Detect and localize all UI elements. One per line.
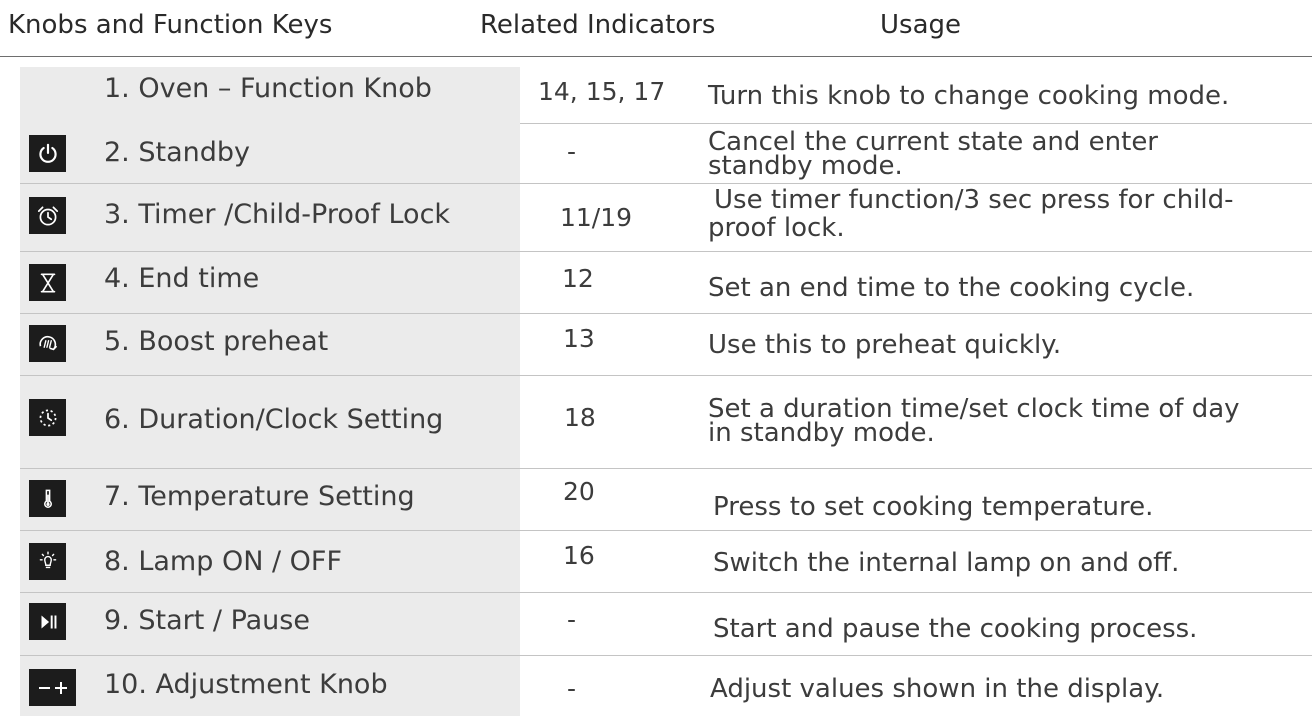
key-name: 9. Start / Pause [104, 605, 310, 636]
usage-text: Set an end time to the cooking cycle. [708, 273, 1195, 303]
related-indicators: 14, 15, 17 [538, 77, 666, 106]
alarm-clock-icon [29, 197, 66, 234]
key-name: 3. Timer /Child-Proof Lock [104, 199, 451, 230]
row-divider [20, 468, 1312, 469]
usage-text: Turn this knob to change cooking mode. [708, 81, 1230, 111]
key-name: 10. Adjustment Knob [104, 669, 388, 700]
related-indicators: - [567, 674, 577, 703]
key-name: 4. End time [104, 263, 260, 294]
related-indicators: - [567, 137, 577, 166]
row-divider [520, 123, 1312, 124]
row-divider [20, 592, 1312, 593]
usage-text: Switch the internal lamp on and off. [713, 548, 1180, 578]
header-divider [0, 56, 1312, 57]
usage-text: Start and pause the cooking process. [713, 614, 1198, 644]
boost-preheat-icon [29, 325, 66, 362]
key-name: 7. Temperature Setting [104, 481, 415, 512]
usage-text: Set a duration time/set clock time of da… [708, 394, 1240, 448]
related-indicators: 18 [564, 403, 596, 432]
row-divider [20, 183, 1312, 184]
duration-clock-icon [29, 399, 66, 436]
related-indicators: 16 [563, 541, 595, 570]
key-name: 2. Standby [104, 137, 250, 168]
row-divider [20, 251, 1312, 252]
hourglass-icon [29, 264, 66, 301]
usage-text: Press to set cooking temperature. [713, 492, 1154, 522]
thermometer-icon [29, 480, 66, 517]
key-name: 6. Duration/Clock Setting [104, 404, 444, 435]
key-name: 1. Oven – Function Knob [104, 73, 432, 104]
header-knobs-function-keys: Knobs and Function Keys [8, 10, 333, 40]
row-divider [20, 655, 1312, 656]
usage-text: Cancel the current state and enter stand… [708, 127, 1158, 181]
usage-text: Adjust values shown in the display. [710, 674, 1165, 704]
row-divider [20, 313, 1312, 314]
header-related-indicators: Related Indicators [480, 10, 716, 40]
related-indicators: 20 [563, 477, 595, 506]
related-indicators: - [567, 605, 577, 634]
key-name: 8. Lamp ON / OFF [104, 546, 342, 577]
header-usage: Usage [880, 10, 962, 40]
row-divider [20, 530, 1312, 531]
usage-text: Use this to preheat quickly. [708, 330, 1062, 360]
play-pause-icon [29, 603, 66, 640]
usage-text: Use timer function/3 sec press for child… [708, 185, 1234, 243]
related-indicators: 11/19 [560, 203, 633, 232]
key-name: 5. Boost preheat [104, 326, 329, 357]
power-icon [29, 135, 66, 172]
row-divider [20, 375, 1312, 376]
lamp-icon [29, 543, 66, 580]
related-indicators: 12 [562, 264, 594, 293]
related-indicators: 13 [563, 324, 595, 353]
minus-plus-icon [29, 669, 76, 706]
